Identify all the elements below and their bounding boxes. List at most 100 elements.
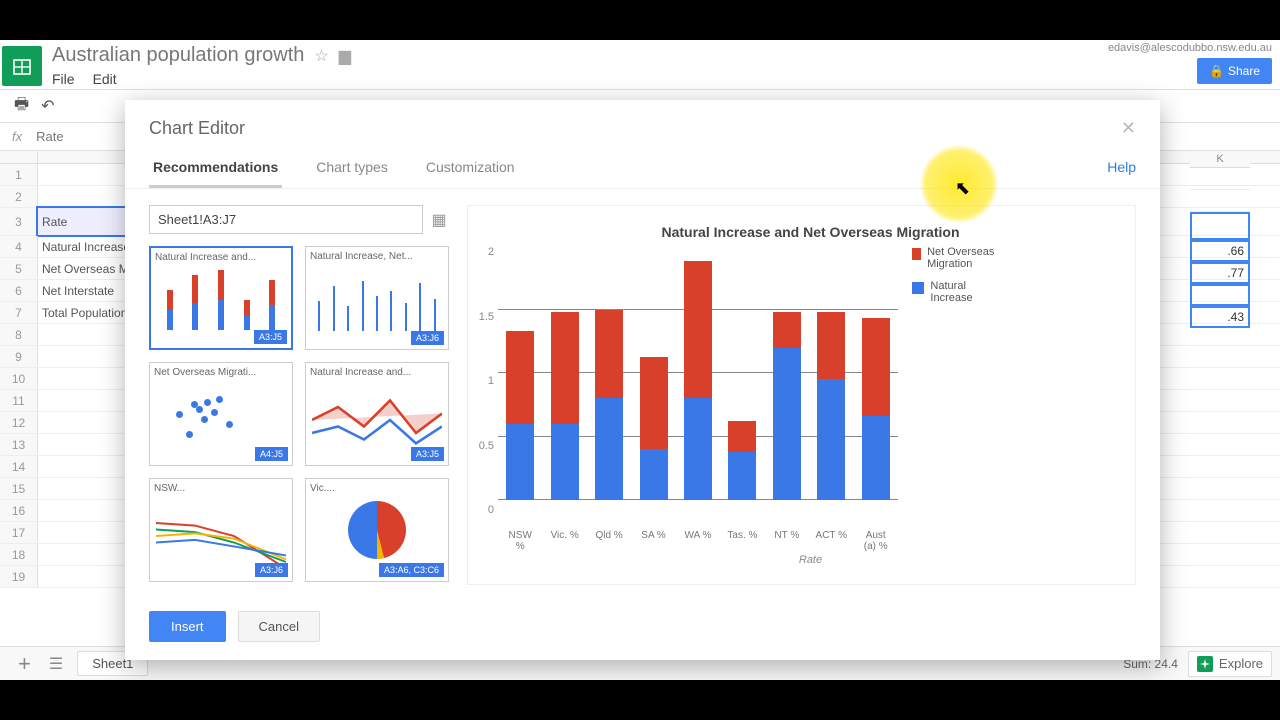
row-header[interactable]: 18 <box>0 544 38 565</box>
thumb-range-badge: A4:J5 <box>255 447 288 461</box>
bar-5 <box>728 421 756 500</box>
chart-thumb-3[interactable]: Natural Increase and... A3:J5 <box>305 362 449 466</box>
xlabel: Vic. % <box>548 530 582 552</box>
chart-thumbnails: Natural Increase and... A3:J5 Natural Incr… <box>149 246 449 582</box>
row-header[interactable]: 11 <box>0 390 38 411</box>
document-title[interactable]: Australian population growth <box>52 44 304 67</box>
row-header[interactable]: 4 <box>0 236 38 257</box>
sheets-logo[interactable] <box>2 46 42 86</box>
legend-item: Net Overseas Migration <box>912 246 1002 270</box>
bar-6 <box>773 312 801 500</box>
explore-icon <box>1197 656 1213 672</box>
row-header[interactable]: 8 <box>0 324 38 345</box>
row-header[interactable]: 9 <box>0 346 38 367</box>
lock-icon: 🔒 <box>1209 64 1224 78</box>
xlabel: SA % <box>637 530 671 552</box>
xlabel: ACT % <box>814 530 848 552</box>
share-button[interactable]: 🔒 Share <box>1197 58 1272 84</box>
row-header[interactable]: 5 <box>0 258 38 279</box>
chart-thumb-1[interactable]: Natural Increase, Net...A3:J6 <box>305 246 449 350</box>
xlabel: Tas. % <box>725 530 759 552</box>
thumb-range-badge: A3:J6 <box>255 563 288 577</box>
chart-thumb-4[interactable]: NSW...A3:J6 <box>149 478 293 582</box>
cancel-button[interactable]: Cancel <box>238 611 320 642</box>
close-icon[interactable]: ✕ <box>1121 118 1136 139</box>
formula-content[interactable]: Rate <box>36 129 63 144</box>
bar-0 <box>506 331 534 500</box>
thumb-preview <box>156 381 286 447</box>
thumb-range-badge: A3:J5 <box>411 447 444 461</box>
bar-1 <box>551 312 579 500</box>
star-icon[interactable]: ☆ <box>314 46 328 66</box>
row-header[interactable]: 6 <box>0 280 38 301</box>
folder-icon[interactable]: ▆ <box>339 46 351 66</box>
tab-recommendations[interactable]: Recommendations <box>149 159 282 188</box>
chart-title: Natural Increase and Net Overseas Migrat… <box>498 224 1123 240</box>
menu-file[interactable]: File <box>52 71 75 87</box>
explore-label: Explore <box>1219 656 1263 671</box>
all-sheets-button[interactable]: ☰ <box>41 654 71 674</box>
chart-thumb-2[interactable]: Net Overseas Migrati...A4:J5 <box>149 362 293 466</box>
chart-plot: 21.510.50 NSW %Vic. %Qld %SA %WA %Tas. %… <box>498 246 898 556</box>
column-k: K .66 .77 .43 <box>1190 151 1250 328</box>
thumb-label: Natural Increase and... <box>155 252 287 263</box>
tab-customization[interactable]: Customization <box>422 159 519 188</box>
row-header[interactable]: 17 <box>0 522 38 543</box>
y-axis: 21.510.50 <box>474 246 494 516</box>
cell-k4[interactable]: .66 <box>1190 240 1250 262</box>
select-range-icon[interactable]: ▦ <box>429 210 449 230</box>
data-range-input[interactable] <box>149 205 423 234</box>
dialog-title: Chart Editor <box>149 118 1121 139</box>
add-sheet-button[interactable]: + <box>8 651 41 677</box>
insert-button[interactable]: Insert <box>149 611 226 642</box>
fx-label: fx <box>12 129 22 144</box>
menu-edit[interactable]: Edit <box>93 71 117 87</box>
row-header[interactable]: 1 <box>0 164 38 185</box>
help-link[interactable]: Help <box>1107 159 1136 188</box>
thumb-label: Natural Increase and... <box>310 367 444 378</box>
row-header[interactable]: 19 <box>0 566 38 587</box>
cell-k5[interactable]: .77 <box>1190 262 1250 284</box>
legend-swatch <box>912 248 921 260</box>
tab-chart-types[interactable]: Chart types <box>312 159 392 188</box>
row-header[interactable]: 13 <box>0 434 38 455</box>
dialog-tabs: Recommendations Chart types Customizatio… <box>125 139 1160 189</box>
row-header[interactable]: 16 <box>0 500 38 521</box>
chart-editor-dialog: Chart Editor ✕ Recommendations Chart typ… <box>125 100 1160 660</box>
undo-icon[interactable]: ↶ <box>41 96 54 116</box>
row-header[interactable]: 7 <box>0 302 38 323</box>
row-header[interactable]: 12 <box>0 412 38 433</box>
bar-7 <box>817 312 845 500</box>
thumb-label: Natural Increase, Net... <box>310 251 444 262</box>
cell-k2[interactable] <box>1190 190 1250 212</box>
xlabel: NT % <box>770 530 804 552</box>
thumb-preview <box>312 497 442 563</box>
row-header[interactable]: 15 <box>0 478 38 499</box>
bar-3 <box>640 357 668 501</box>
cell-k3[interactable] <box>1190 212 1250 240</box>
row-header[interactable]: 14 <box>0 456 38 477</box>
row-header[interactable]: 2 <box>0 186 38 207</box>
thumb-preview <box>157 266 285 330</box>
user-email[interactable]: edavis@alescodubbo.nsw.edu.au <box>1108 42 1272 54</box>
thumb-label: Vic.... <box>310 483 444 494</box>
recommendations-panel: ▦ Natural Increase and...A3:J5Natural In… <box>149 205 449 585</box>
bar-2 <box>595 310 623 500</box>
chart-thumb-5[interactable]: Vic....A3:A6, C3:C6 <box>305 478 449 582</box>
chart-thumb-0[interactable]: Natural Increase and...A3:J5 <box>149 246 293 350</box>
ytick: 0 <box>474 504 494 516</box>
thumb-preview <box>312 265 442 331</box>
cell-k1[interactable] <box>1190 168 1250 190</box>
legend-label: Natural Increase <box>930 280 1002 304</box>
cell-k6[interactable] <box>1190 284 1250 306</box>
explore-button[interactable]: Explore <box>1188 651 1272 677</box>
ytick: 0.5 <box>474 440 494 452</box>
colhead-k[interactable]: K <box>1190 151 1250 168</box>
thumb-preview <box>312 381 442 447</box>
print-icon[interactable]: 🖶 <box>14 93 29 120</box>
ytick: 1.5 <box>474 311 494 323</box>
row-header[interactable]: 3 <box>0 208 38 235</box>
cell-k7[interactable]: .43 <box>1190 306 1250 328</box>
row-header[interactable]: 10 <box>0 368 38 389</box>
legend-item: Natural Increase <box>912 280 1002 304</box>
